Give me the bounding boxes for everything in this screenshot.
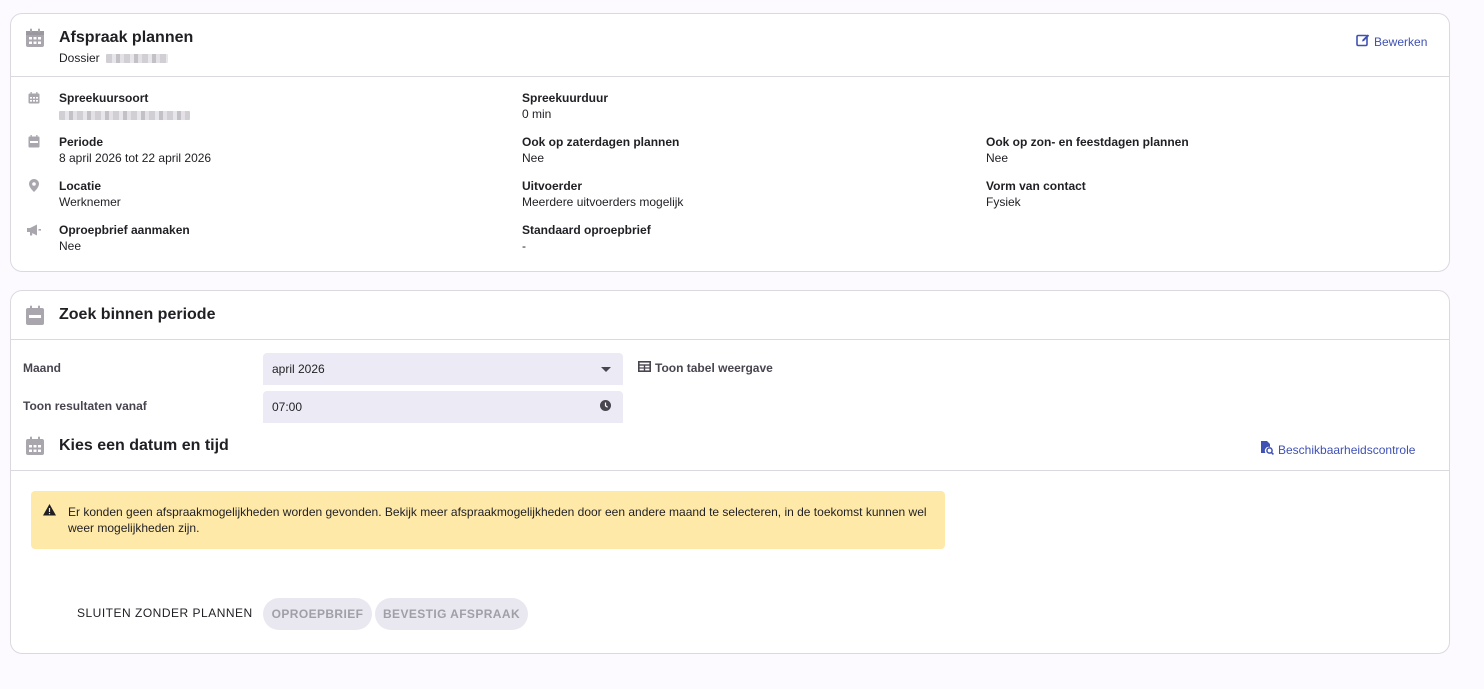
- periode-value: 8 april 2026 tot 22 april 2026: [59, 151, 212, 165]
- spreekuurduur-label: Spreekuurduur: [522, 91, 609, 105]
- oproepbrief-button[interactable]: OPROEPBRIEF: [263, 598, 372, 630]
- choose-date-time-title: Kies een datum en tijd: [59, 437, 229, 454]
- maand-value: april 2026: [272, 362, 325, 376]
- maand-label: Maand: [23, 361, 62, 375]
- no-results-alert: Er konden geen afspraakmogelijkheden wor…: [31, 491, 945, 549]
- oproepbrief-label: Oproepbrief aanmaken: [59, 223, 190, 237]
- event-icon: [28, 135, 42, 149]
- periode-label: Periode: [59, 135, 104, 149]
- search-divider: [11, 339, 1449, 340]
- calendar-icon: [25, 436, 45, 456]
- edit-label: Bewerken: [1374, 34, 1428, 49]
- edit-icon: [1356, 33, 1370, 50]
- redacted-spreekuursoort: [59, 111, 190, 121]
- table-view-toggle[interactable]: Toon tabel weergave: [638, 361, 773, 375]
- choose-divider: [11, 470, 1449, 471]
- zondag-value: Nee: [986, 151, 1009, 165]
- spreekuursoort-label: Spreekuursoort: [59, 91, 149, 105]
- dropdown-arrow-icon: [601, 362, 611, 376]
- page-title: Afspraak plannen: [59, 29, 194, 46]
- availability-check-button[interactable]: Beschikbaarheidscontrole: [1260, 441, 1415, 458]
- maand-select[interactable]: april 2026: [263, 353, 623, 385]
- dossier-line: Dossier: [59, 51, 169, 65]
- uitvoerder-value: Meerdere uitvoerders mogelijk: [522, 195, 684, 209]
- close-without-planning-button[interactable]: SLUITEN ZONDER PLANNEN: [77, 606, 253, 620]
- table-icon: [638, 361, 651, 375]
- locatie-value: Werknemer: [59, 195, 121, 209]
- spreekuursoort-value: [59, 108, 190, 122]
- search-period-card: Zoek binnen periode Maand april 2026 Too…: [10, 290, 1450, 654]
- tijd-value: 07:00: [272, 400, 303, 414]
- confirm-appointment-button[interactable]: BEVESTIG AFSPRAAK: [375, 598, 528, 630]
- calendar-small-icon: [28, 91, 42, 105]
- megaphone-icon: [27, 223, 41, 237]
- oproepbrief-value: Nee: [59, 239, 82, 253]
- warning-icon: [43, 504, 56, 516]
- zaterdag-label: Ook op zaterdagen plannen: [522, 135, 680, 149]
- contact-label: Vorm van contact: [986, 179, 1086, 193]
- uitvoerder-label: Uitvoerder: [522, 179, 583, 193]
- table-view-label: Toon tabel weergave: [655, 361, 773, 375]
- appointment-plan-card: Afspraak plannen Dossier Bewerken Spreek…: [10, 13, 1450, 272]
- tijd-label: Toon resultaten vanaf: [23, 399, 147, 413]
- search-period-title: Zoek binnen periode: [59, 306, 216, 323]
- file-search-icon: [1260, 441, 1274, 458]
- edit-button[interactable]: Bewerken: [1356, 33, 1427, 50]
- calendar-icon: [25, 305, 45, 326]
- tijd-input[interactable]: 07:00: [263, 391, 623, 423]
- header-divider: [11, 76, 1449, 77]
- standaard-oproepbrief-value: -: [522, 239, 526, 253]
- location-pin-icon: [29, 179, 43, 193]
- alert-message: Er konden geen afspraakmogelijkheden wor…: [68, 505, 927, 535]
- contact-value: Fysiek: [986, 195, 1021, 209]
- spreekuurduur-value: 0 min: [522, 107, 552, 121]
- dossier-label: Dossier: [59, 51, 100, 65]
- zaterdag-value: Nee: [522, 151, 545, 165]
- redacted-dossier-number: [106, 54, 169, 64]
- calendar-icon: [25, 28, 45, 48]
- standaard-oproepbrief-label: Standaard oproepbrief: [522, 223, 651, 237]
- locatie-label: Locatie: [59, 179, 102, 193]
- clock-icon[interactable]: [600, 400, 611, 414]
- availability-check-label: Beschikbaarheidscontrole: [1278, 442, 1416, 457]
- zondag-label: Ook op zon- en feestdagen plannen: [986, 135, 1189, 149]
